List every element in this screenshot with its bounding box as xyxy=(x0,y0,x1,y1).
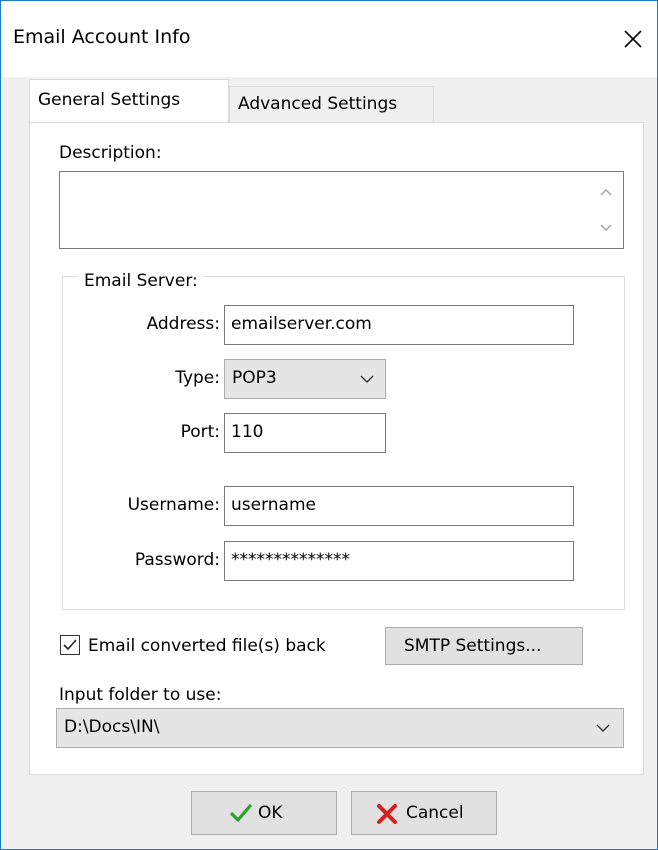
chevron-down-icon xyxy=(596,724,610,732)
email-back-checkbox[interactable] xyxy=(60,635,80,655)
checkmark-icon xyxy=(230,804,252,822)
scroll-up-icon[interactable] xyxy=(598,184,614,200)
password-field[interactable]: ************** xyxy=(224,541,574,581)
type-label: Type: xyxy=(175,368,220,388)
tab-advanced-settings-label: Advanced Settings xyxy=(238,94,398,114)
window-title: Email Account Info xyxy=(13,26,191,48)
username-field[interactable]: username xyxy=(224,486,574,526)
close-icon xyxy=(624,30,642,48)
address-label: Address: xyxy=(146,314,220,334)
input-folder-value: D:\Docs\IN\ xyxy=(64,717,160,737)
smtp-settings-label: SMTP Settings... xyxy=(404,636,542,656)
description-label: Description: xyxy=(59,143,162,163)
general-settings-panel: Description: Email Server: Address: emai… xyxy=(29,122,644,775)
ok-button[interactable]: OK xyxy=(191,791,337,835)
tab-advanced-settings[interactable]: Advanced Settings xyxy=(229,86,434,123)
type-select-value: POP3 xyxy=(232,368,277,388)
cancel-label: Cancel xyxy=(406,803,464,823)
input-folder-label: Input folder to use: xyxy=(59,685,222,705)
tab-general-settings-label: General Settings xyxy=(38,90,181,110)
input-folder-select[interactable]: D:\Docs\IN\ xyxy=(56,708,624,748)
port-field[interactable]: 110 xyxy=(224,413,386,453)
description-textarea[interactable] xyxy=(59,171,624,249)
address-field[interactable]: emailserver.com xyxy=(224,305,574,345)
username-label: Username: xyxy=(127,495,220,515)
title-bar: Email Account Info xyxy=(1,1,657,77)
password-label: Password: xyxy=(134,550,220,570)
cancel-button[interactable]: Cancel xyxy=(351,791,497,835)
smtp-settings-button[interactable]: SMTP Settings... xyxy=(385,627,583,665)
chevron-down-icon xyxy=(360,375,374,383)
type-select[interactable]: POP3 xyxy=(224,359,386,399)
scroll-down-icon[interactable] xyxy=(598,220,614,236)
ok-label: OK xyxy=(258,803,283,823)
close-button[interactable] xyxy=(613,19,653,59)
cancel-x-icon xyxy=(377,804,397,824)
email-account-dialog: Email Account Info Advanced Settings Gen… xyxy=(0,0,658,850)
check-icon xyxy=(63,639,77,651)
tab-general-settings[interactable]: General Settings xyxy=(29,79,229,123)
port-label: Port: xyxy=(180,422,220,442)
email-server-group-label: Email Server: xyxy=(78,271,204,291)
email-back-label[interactable]: Email converted file(s) back xyxy=(88,636,326,656)
